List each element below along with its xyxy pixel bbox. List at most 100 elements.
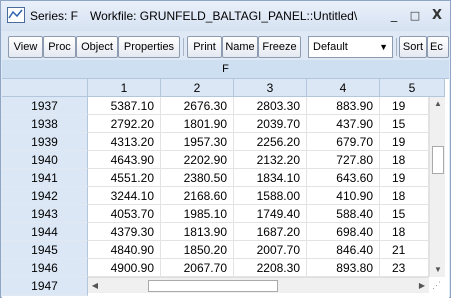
table-cell[interactable]: 5387.10 — [88, 97, 161, 115]
table-cell[interactable]: 18 — [380, 151, 429, 169]
series-name-header: F — [2, 60, 449, 79]
close-button[interactable]: X — [428, 7, 446, 25]
table-cell[interactable]: 2067.70 — [161, 259, 234, 277]
scroll-left-icon[interactable]: ◀ — [88, 278, 102, 294]
table-cell[interactable]: 2007.70 — [234, 241, 307, 259]
toolbar: View Proc Object Properties Print Name F… — [1, 35, 450, 59]
table-cell[interactable]: 4643.90 — [88, 151, 161, 169]
resize-grip-icon[interactable]: ⋰ — [432, 280, 441, 291]
table-cell[interactable]: 2208.30 — [234, 259, 307, 277]
table-cell[interactable]: 3244.10 — [88, 187, 161, 205]
table-cell[interactable]: 18 — [380, 187, 429, 205]
table-cell[interactable]: 19 — [380, 169, 429, 187]
row-header[interactable]: 1943 — [2, 205, 88, 223]
column-header[interactable]: 5 — [380, 79, 445, 97]
vertical-scrollbar[interactable]: ▲ ▼ — [429, 97, 445, 277]
scroll-right-icon[interactable]: ▶ — [415, 278, 429, 294]
scroll-up-icon[interactable]: ▲ — [430, 97, 446, 111]
table-cell[interactable]: 846.40 — [307, 241, 380, 259]
row-header[interactable]: 1946 — [2, 259, 88, 277]
table-cell[interactable]: 21 — [380, 241, 429, 259]
maximize-button[interactable]: □ — [406, 7, 424, 25]
object-button[interactable]: Object — [76, 36, 118, 58]
table-cell[interactable]: 1801.90 — [161, 115, 234, 133]
table-cell[interactable]: 643.60 — [307, 169, 380, 187]
table-cell[interactable]: 4900.90 — [88, 259, 161, 277]
vertical-scroll-thumb[interactable] — [432, 146, 444, 174]
table-cell[interactable]: 1957.30 — [161, 133, 234, 151]
table-cell[interactable]: 883.90 — [307, 97, 380, 115]
table-cell[interactable]: 4313.20 — [88, 133, 161, 151]
table-cell[interactable]: 2676.30 — [161, 97, 234, 115]
series-window: Series: F Workfile: GRUNFELD_BALTAGI_PAN… — [0, 0, 451, 298]
column-header[interactable]: 2 — [161, 79, 234, 97]
display-format-select[interactable]: Default ▼ — [308, 36, 393, 58]
display-format-value: Default — [313, 41, 348, 53]
table-cell[interactable]: 1588.00 — [234, 187, 307, 205]
row-header[interactable]: 1944 — [2, 223, 88, 241]
table-cell[interactable]: 15 — [380, 205, 429, 223]
table-cell[interactable]: 698.40 — [307, 223, 380, 241]
edit-button[interactable]: Ec — [427, 36, 449, 58]
table-cell[interactable]: 588.40 — [307, 205, 380, 223]
table-cell[interactable]: 1985.10 — [161, 205, 234, 223]
table-cell[interactable]: 2803.30 — [234, 97, 307, 115]
table-cell[interactable]: 727.80 — [307, 151, 380, 169]
row-header[interactable]: 1937 — [2, 97, 88, 115]
name-button[interactable]: Name — [222, 36, 258, 58]
toolbar-separator — [183, 38, 184, 56]
row-header[interactable]: 1938 — [2, 115, 88, 133]
column-header[interactable]: 1 — [88, 79, 161, 97]
table-cell[interactable]: 15 — [380, 115, 429, 133]
grid-corner[interactable] — [2, 79, 88, 97]
freeze-button[interactable]: Freeze — [258, 36, 301, 58]
table-cell[interactable]: 1813.90 — [161, 223, 234, 241]
table-cell[interactable]: 19 — [380, 133, 429, 151]
table-cell[interactable]: 893.80 — [307, 259, 380, 277]
row-header[interactable]: 1941 — [2, 169, 88, 187]
window-title-workfile: Workfile: GRUNFELD_BALTAGI_PANEL::Untitl… — [90, 9, 358, 23]
table-cell[interactable]: 1749.40 — [234, 205, 307, 223]
row-header[interactable]: 1939 — [2, 133, 88, 151]
table-cell[interactable]: 19 — [380, 97, 429, 115]
column-header[interactable]: 3 — [234, 79, 307, 97]
table-cell[interactable]: 4840.90 — [88, 241, 161, 259]
title-bar[interactable]: Series: F Workfile: GRUNFELD_BALTAGI_PAN… — [1, 1, 450, 31]
table-cell[interactable]: 2168.60 — [161, 187, 234, 205]
print-button[interactable]: Print — [187, 36, 222, 58]
row-header[interactable]: 1940 — [2, 151, 88, 169]
column-header[interactable]: 4 — [307, 79, 380, 97]
table-cell[interactable]: 1687.20 — [234, 223, 307, 241]
horizontal-scroll-thumb[interactable] — [148, 280, 278, 292]
table-cell[interactable]: 4379.30 — [88, 223, 161, 241]
window-title-series: Series: F — [30, 9, 79, 23]
spreadsheet-grid: F 1 2 3 4 5 1937 5387.10 2676.30 2803.30 883… — [2, 60, 449, 298]
dropdown-arrow-icon: ▼ — [379, 42, 388, 52]
row-header[interactable]: 1945 — [2, 241, 88, 259]
table-cell[interactable]: 18 — [380, 223, 429, 241]
horizontal-scrollbar[interactable]: ◀ ▶ — [88, 277, 429, 293]
table-cell[interactable]: 1850.20 — [161, 241, 234, 259]
properties-button[interactable]: Properties — [118, 36, 180, 58]
table-cell[interactable]: 1834.10 — [234, 169, 307, 187]
table-cell[interactable]: 4053.70 — [88, 205, 161, 223]
table-cell[interactable]: 23 — [380, 259, 429, 277]
table-cell[interactable]: 2380.50 — [161, 169, 234, 187]
row-header[interactable]: 1947 — [2, 277, 88, 296]
table-cell[interactable]: 2792.20 — [88, 115, 161, 133]
row-header[interactable]: 1942 — [2, 187, 88, 205]
table-cell[interactable]: 2039.70 — [234, 115, 307, 133]
table-cell[interactable]: 437.90 — [307, 115, 380, 133]
view-button[interactable]: View — [8, 36, 43, 58]
table-cell[interactable]: 2202.90 — [161, 151, 234, 169]
table-cell[interactable]: 679.70 — [307, 133, 380, 151]
table-cell[interactable]: 4551.20 — [88, 169, 161, 187]
proc-button[interactable]: Proc — [43, 36, 76, 58]
table-cell[interactable]: 410.90 — [307, 187, 380, 205]
sort-button[interactable]: Sort — [399, 36, 427, 58]
toolbar-separator — [396, 38, 397, 56]
minimize-button[interactable]: _ — [385, 7, 403, 25]
table-cell[interactable]: 2256.20 — [234, 133, 307, 151]
table-cell[interactable]: 2132.20 — [234, 151, 307, 169]
scroll-down-icon[interactable]: ▼ — [430, 263, 446, 277]
